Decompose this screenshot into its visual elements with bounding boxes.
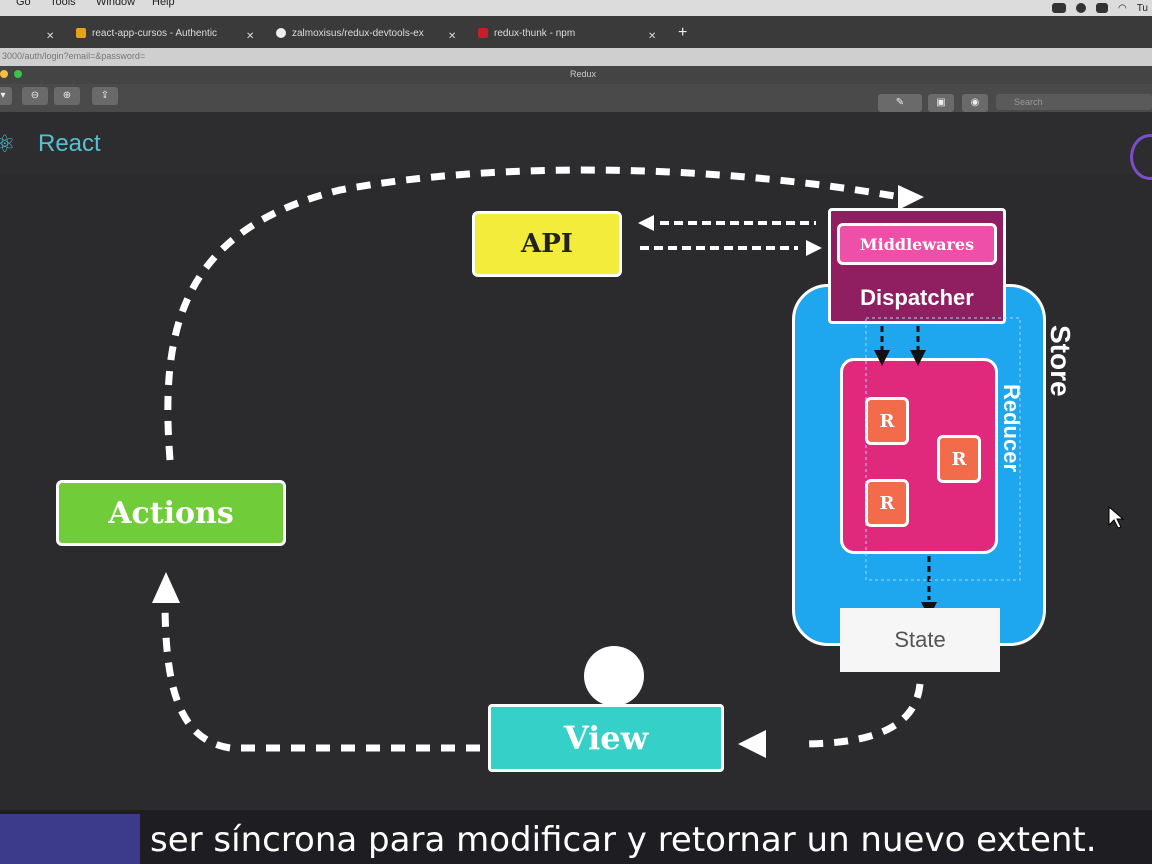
subtitle-text: ser síncrona para modificar y retornar u…	[150, 820, 1097, 860]
state-label: State	[894, 627, 946, 652]
actions-label: Actions	[108, 495, 234, 531]
api-label: API	[521, 229, 573, 259]
api-box: API	[472, 211, 622, 277]
mouse-cursor-icon	[1108, 506, 1124, 529]
state-box: State	[840, 608, 1000, 672]
view-box: View	[488, 704, 724, 772]
subtitle-accent	[0, 814, 140, 864]
actions-box: Actions	[56, 480, 286, 546]
view-indicator-circle	[584, 646, 644, 706]
view-label: View	[563, 719, 649, 757]
